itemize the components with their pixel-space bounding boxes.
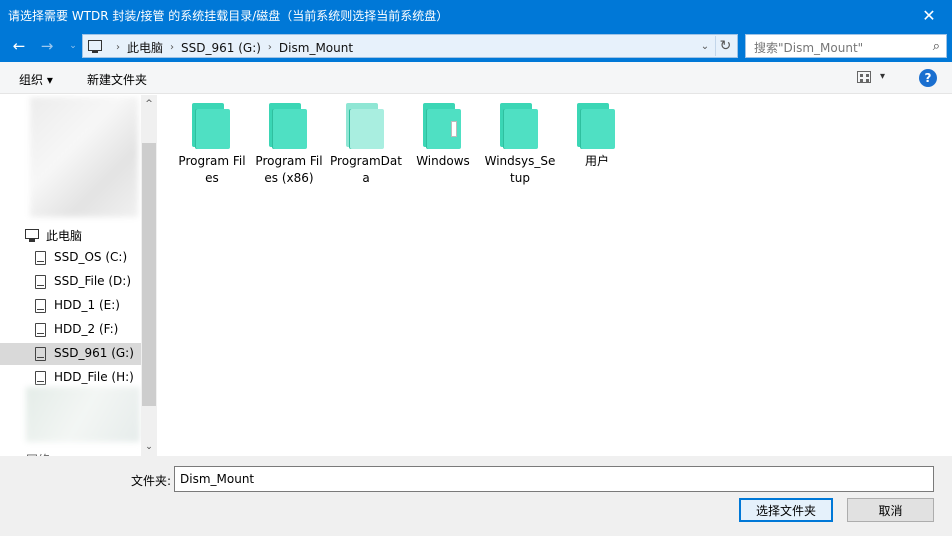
folder-icon [269, 103, 309, 149]
sidebar-item-drive-selected[interactable]: SSD_961 (G:) [0, 343, 141, 365]
folder-item[interactable]: Program Files [176, 103, 248, 187]
navigation-bar: ← → ⌄ › 此电脑 › SSD_961 (G:) › Dism_Mount … [0, 30, 952, 62]
window-title: 请选择需要 WTDR 封装/接管 的系统挂载目录/磁盘（当前系统则选择当前系统盘… [8, 9, 449, 23]
folder-icon [423, 103, 463, 149]
folder-icon [346, 103, 386, 149]
breadcrumb-drive[interactable]: SSD_961 (G:) [181, 41, 261, 55]
sidebar-item-drive[interactable]: HDD_2 (F:) [0, 319, 141, 341]
search-icon[interactable]: ⌕ [933, 39, 940, 54]
blurred-region [26, 387, 140, 442]
folder-icon [192, 103, 232, 149]
sidebar-item-drive[interactable]: HDD_1 (E:) [0, 295, 141, 317]
folder-item[interactable]: 用户 [561, 103, 633, 170]
breadcrumb-separator: › [267, 42, 272, 53]
drive-icon [35, 275, 46, 289]
this-pc-icon [88, 40, 102, 53]
sidebar-item-label: HDD_1 (E:) [54, 298, 120, 312]
sidebar-item-drive[interactable]: HDD_File (H:) [0, 367, 141, 389]
folder-item[interactable]: Program Files (x86) [253, 103, 325, 187]
sidebar-item-this-pc[interactable]: 此电脑 [0, 224, 141, 246]
sidebar-item-label: HDD_File (H:) [54, 370, 134, 384]
folder-name: Windows [416, 154, 470, 168]
organize-button[interactable]: 组织 ▾ [19, 71, 53, 88]
drive-icon [35, 299, 46, 313]
breadcrumb-separator: › [116, 42, 120, 53]
folder-name: ProgramData [330, 154, 402, 185]
folder-field-label: 文件夹: [131, 474, 172, 488]
file-list: Program Files Program Files (x86) Progra… [158, 95, 952, 456]
refresh-icon[interactable]: ↻ [715, 36, 735, 56]
navigation-pane: 此电脑 SSD_OS (C:) SSD_File (D:) HDD_1 (E:)… [0, 95, 158, 456]
blurred-region [30, 97, 138, 217]
search-placeholder: 搜索"Dism_Mount" [754, 41, 864, 55]
dialog-footer: 文件夹: 选择文件夹 取消 [0, 456, 952, 536]
sidebar-item-label: SSD_File (D:) [54, 274, 132, 288]
computer-icon [25, 229, 39, 242]
folder-icon [577, 103, 617, 149]
folder-item[interactable]: ProgramData [330, 103, 402, 187]
sidebar-item-label: SSD_OS (C:) [54, 250, 128, 264]
breadcrumb: › 此电脑 › SSD_961 (G:) › Dism_Mount [109, 39, 353, 56]
breadcrumb-this-pc[interactable]: 此电脑 [127, 39, 163, 56]
folder-name: Program Files (x86) [255, 154, 323, 185]
folder-name: 用户 [584, 154, 609, 168]
cancel-button[interactable]: 取消 [847, 498, 934, 522]
address-dropdown-icon[interactable]: ⌄ [697, 37, 713, 55]
drive-icon [35, 251, 46, 265]
command-toolbar: 组织 ▾ 新建文件夹 ▾ ? [0, 62, 952, 94]
breadcrumb-folder[interactable]: Dism_Mount [279, 41, 353, 55]
view-options-icon[interactable] [857, 71, 871, 83]
recent-locations-icon[interactable]: ⌄ [66, 35, 80, 57]
back-arrow-icon[interactable]: ← [8, 35, 30, 57]
scroll-down-icon[interactable]: ⌄ [141, 440, 157, 454]
sidebar-item-label: 此电脑 [46, 229, 83, 243]
select-folder-button[interactable]: 选择文件夹 [739, 498, 833, 522]
sidebar-item-drive[interactable]: SSD_OS (C:) [0, 247, 141, 269]
folder-item[interactable]: Windsys_Setup [484, 103, 556, 187]
drive-icon [35, 323, 46, 337]
title-bar: 请选择需要 WTDR 封装/接管 的系统挂载目录/磁盘（当前系统则选择当前系统盘… [0, 0, 952, 30]
folder-name-input[interactable] [174, 466, 934, 492]
sidebar-scrollbar[interactable]: ^ ⌄ [141, 95, 157, 456]
drive-icon [35, 371, 46, 385]
sidebar-item-label: SSD_961 (G:) [54, 346, 134, 360]
drive-icon [35, 347, 46, 361]
forward-arrow-icon[interactable]: → [36, 35, 58, 57]
close-icon[interactable]: ✕ [906, 0, 952, 30]
folder-icon [500, 103, 540, 149]
view-dropdown-icon[interactable]: ▾ [880, 71, 885, 82]
scrollbar-thumb[interactable] [142, 143, 156, 406]
sidebar-item-drive[interactable]: SSD_File (D:) [0, 271, 141, 293]
help-icon[interactable]: ? [919, 69, 937, 87]
new-folder-button[interactable]: 新建文件夹 [87, 71, 147, 88]
folder-item[interactable]: Windows [407, 103, 479, 170]
breadcrumb-separator: › [170, 42, 175, 53]
sidebar-item-label: HDD_2 (F:) [54, 322, 119, 336]
folder-name: Program Files [178, 154, 246, 185]
address-bar[interactable]: › 此电脑 › SSD_961 (G:) › Dism_Mount ⌄ ↻ [82, 34, 738, 58]
search-input[interactable]: 搜索"Dism_Mount" ⌕ [745, 34, 947, 58]
folder-name: Windsys_Setup [484, 154, 556, 185]
scroll-up-icon[interactable]: ^ [141, 97, 157, 111]
